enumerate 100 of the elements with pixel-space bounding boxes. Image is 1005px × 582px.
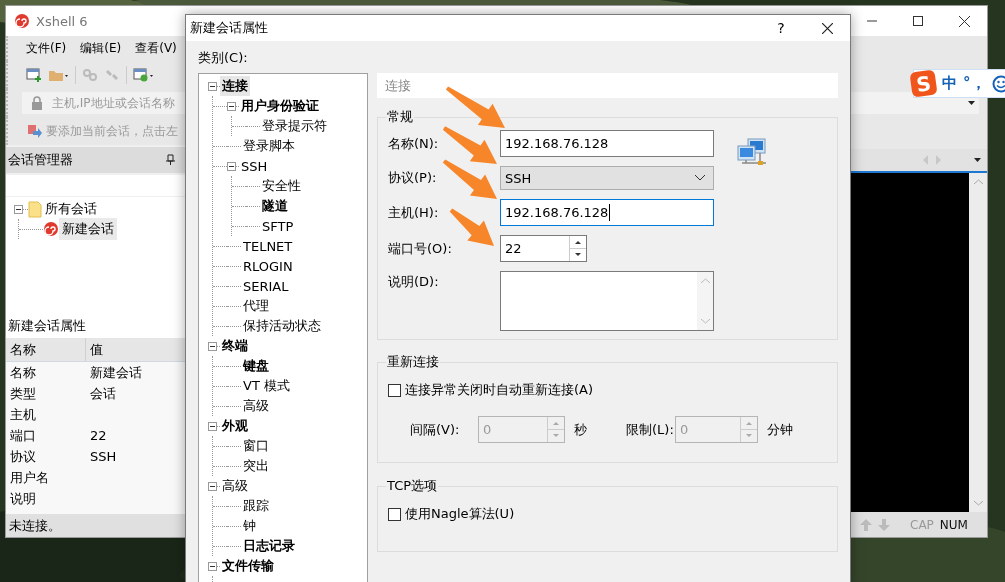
tree-item[interactable]: 跟踪 xyxy=(241,496,271,516)
close-icon[interactable] xyxy=(958,15,970,27)
tree-item[interactable]: 外观 xyxy=(220,416,250,436)
text-field[interactable]: 192.168.76.128 xyxy=(500,199,714,226)
checkbox[interactable] xyxy=(388,507,401,521)
search-field[interactable] xyxy=(6,175,186,196)
spin-field[interactable]: 22 xyxy=(500,235,587,262)
tree-item[interactable]: VT 模式 xyxy=(241,376,292,396)
checkbox-label: 使用Nagle算法(U) xyxy=(405,505,515,523)
unit-label: 秒 xyxy=(574,420,587,439)
tree-item[interactable]: 突出 xyxy=(241,456,271,476)
table-cell-text: 会话 xyxy=(89,384,117,403)
tree-item[interactable]: 连接 xyxy=(220,76,250,96)
status-indicator: CAP xyxy=(910,517,934,532)
tree-item[interactable]: 新建会话 xyxy=(59,218,117,240)
collapse-toggle[interactable] xyxy=(208,341,217,351)
tree-item[interactable]: 保持活动状态 xyxy=(241,316,323,336)
tree-item[interactable]: 所有会话 xyxy=(42,198,100,220)
tree-item[interactable]: SERIAL xyxy=(241,277,291,295)
field-label: 端口号(O): xyxy=(388,239,453,258)
collapse-toggle[interactable] xyxy=(208,421,217,431)
table-cell-text: 用户名 xyxy=(9,468,50,487)
tree-item[interactable]: 隧道 xyxy=(260,196,290,216)
collapse-toggle[interactable] xyxy=(208,481,217,491)
field-label: 间隔(V): xyxy=(409,420,461,439)
tree-item[interactable]: 登录提示符 xyxy=(260,116,329,136)
tree-item[interactable]: 高级 xyxy=(220,476,250,496)
column-header: 名称 xyxy=(6,338,86,361)
chevron-down-icon xyxy=(695,175,705,181)
status-text: 未连接。 xyxy=(9,516,61,535)
tree-item[interactable]: 日志记录 xyxy=(241,536,297,556)
dropdown-arrow-icon[interactable] xyxy=(968,101,975,105)
table-cell-text: 22 xyxy=(89,428,108,443)
dialog-title: 新建会话属性 xyxy=(190,19,269,37)
tree-item[interactable]: TELNET xyxy=(241,237,295,255)
protocol-dropdown[interactable]: SSH xyxy=(500,166,714,190)
menu-item[interactable]: 文件(F) xyxy=(26,40,67,57)
window-title: Xshell 6 xyxy=(36,13,88,29)
checkbox-label: 连接异常关闭时自动重新连接(A) xyxy=(405,381,594,399)
spiral-logo-icon xyxy=(43,221,59,237)
ime-punctuation[interactable]: °， xyxy=(963,74,986,93)
spiral-logo-icon xyxy=(14,13,30,29)
tree-item[interactable]: 文件传输 xyxy=(220,556,276,576)
folder-icon xyxy=(28,200,42,218)
tree-item[interactable]: 代理 xyxy=(241,296,271,316)
tree-item[interactable]: 终端 xyxy=(220,336,250,356)
tree-item[interactable]: 键盘 xyxy=(241,356,271,376)
table-cell-text: 协议 xyxy=(9,447,37,466)
smiley-icon[interactable] xyxy=(991,74,1005,93)
tree-item[interactable]: 钟 xyxy=(241,516,258,536)
flag-arrow-icon xyxy=(26,123,42,139)
field-label: 协议(P): xyxy=(388,169,438,187)
category-label: 类别(C): xyxy=(198,49,249,65)
lock-icon xyxy=(30,95,44,111)
checkbox[interactable] xyxy=(388,383,401,397)
unit-label: 分钟 xyxy=(767,420,793,439)
spin-buttons[interactable] xyxy=(569,236,586,261)
maximize-icon[interactable] xyxy=(913,16,923,26)
ime-mode[interactable]: 中 xyxy=(942,74,957,93)
field-label: 主机(H): xyxy=(388,203,440,222)
panel-title: 会话管理器 xyxy=(8,151,73,169)
pointer-arrow xyxy=(445,86,505,128)
field-label: 名称(N): xyxy=(388,134,440,153)
table-cell-text: 新建会话 xyxy=(89,363,143,382)
column-header: 值 xyxy=(89,340,104,359)
tree-item[interactable]: 登录脚本 xyxy=(241,136,297,156)
dropdown-arrow-icon[interactable] xyxy=(974,158,981,162)
collapse-toggle[interactable] xyxy=(14,204,23,214)
close-icon[interactable] xyxy=(821,22,833,34)
section-header: 连接 xyxy=(377,73,838,98)
group-title: 常规 xyxy=(386,108,414,126)
collapse-toggle[interactable] xyxy=(227,101,236,111)
table-cell-text: 类型 xyxy=(9,384,37,403)
menu-item[interactable]: 查看(V) xyxy=(135,40,177,57)
text-field[interactable]: 192.168.76.128 xyxy=(500,130,714,157)
table-cell-text: 说明 xyxy=(9,489,37,508)
tree-item[interactable]: RLOGIN xyxy=(241,257,295,275)
group-title: 重新连接 xyxy=(386,353,440,371)
help-button[interactable]: ? xyxy=(758,15,804,41)
status-indicator: NUM xyxy=(939,517,968,532)
field-label: 说明(D): xyxy=(388,273,440,291)
table-cell-text: 名称 xyxy=(9,363,37,382)
tree-item[interactable]: SFTP xyxy=(260,217,296,235)
new-session-icon[interactable] xyxy=(26,67,42,83)
pointer-arrow xyxy=(442,159,497,199)
collapse-toggle[interactable] xyxy=(227,161,236,171)
menu-item[interactable]: 编辑(E) xyxy=(80,40,122,57)
pin-icon[interactable] xyxy=(165,154,176,166)
collapse-toggle[interactable] xyxy=(208,561,217,571)
collapse-toggle[interactable] xyxy=(208,81,217,91)
tree-item[interactable]: 高级 xyxy=(241,396,271,416)
hint-text: 要添加当前会话，点击左 xyxy=(46,122,178,140)
tree-item[interactable]: 安全性 xyxy=(260,176,303,196)
field-label: 限制(L): xyxy=(626,420,675,439)
group-title: TCP选项 xyxy=(386,477,439,495)
tree-item[interactable]: 用户身份验证 xyxy=(239,96,321,116)
tree-item[interactable]: SSH xyxy=(239,157,270,175)
table-cell-text: SSH xyxy=(89,449,118,464)
table-cell-text: 端口 xyxy=(9,426,37,445)
tree-item[interactable]: 窗口 xyxy=(241,436,271,456)
